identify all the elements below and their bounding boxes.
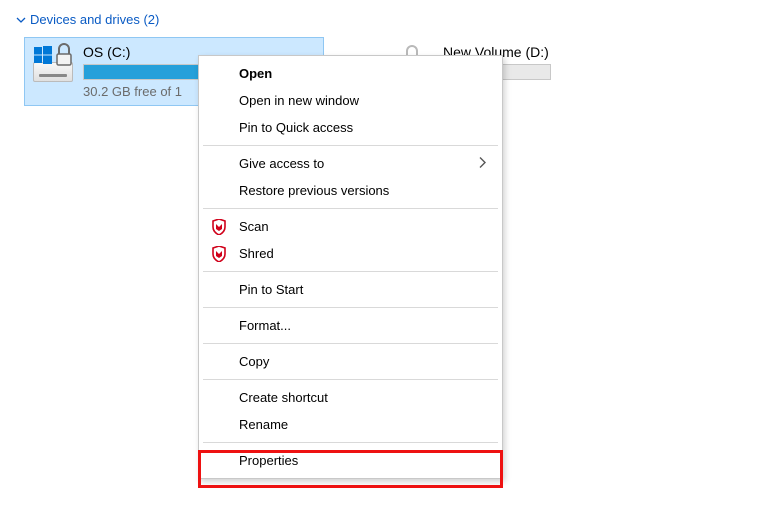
context-menu: Open Open in new window Pin to Quick acc… (198, 55, 503, 479)
separator (203, 343, 498, 344)
ctx-open[interactable]: Open (201, 60, 500, 87)
ctx-scan[interactable]: Scan (201, 213, 500, 240)
lock-icon (53, 42, 75, 68)
separator (203, 307, 498, 308)
ctx-properties[interactable]: Properties (201, 447, 500, 474)
separator (203, 271, 498, 272)
devices-and-drives-header[interactable]: Devices and drives (2) (0, 0, 772, 33)
ctx-copy[interactable]: Copy (201, 348, 500, 375)
ctx-pin-quick-access[interactable]: Pin to Quick access (201, 114, 500, 141)
ctx-pin-to-start[interactable]: Pin to Start (201, 276, 500, 303)
chevron-down-icon (16, 15, 26, 25)
separator (203, 145, 498, 146)
ctx-shred[interactable]: Shred (201, 240, 500, 267)
chevron-right-icon (478, 156, 486, 171)
ctx-open-new-window[interactable]: Open in new window (201, 87, 500, 114)
section-title: Devices and drives (2) (30, 12, 159, 27)
separator (203, 379, 498, 380)
drive-icon (33, 44, 73, 84)
ctx-restore-previous-versions[interactable]: Restore previous versions (201, 177, 500, 204)
ctx-give-access-to[interactable]: Give access to (201, 150, 500, 177)
mcafee-icon (211, 219, 227, 235)
ctx-format[interactable]: Format... (201, 312, 500, 339)
ctx-create-shortcut[interactable]: Create shortcut (201, 384, 500, 411)
ctx-rename[interactable]: Rename (201, 411, 500, 438)
windows-logo-icon (34, 46, 52, 64)
separator (203, 442, 498, 443)
separator (203, 208, 498, 209)
mcafee-icon (211, 246, 227, 262)
